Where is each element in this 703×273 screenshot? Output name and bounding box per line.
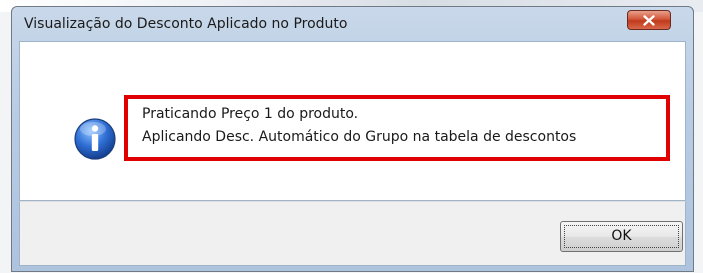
close-button[interactable] <box>627 10 671 30</box>
message-line-1: Praticando Preço 1 do produto. <box>142 106 359 122</box>
ok-button[interactable]: OK <box>560 221 683 252</box>
ok-button-label: OK <box>611 228 632 244</box>
window-title: Visualização do Desconto Aplicado no Pro… <box>24 16 348 32</box>
dialog-content: Praticando Preço 1 do produto. Aplicando… <box>19 41 686 201</box>
message-line-2: Aplicando Desc. Automático do Grupo na t… <box>142 129 577 145</box>
dialog-footer: OK <box>19 201 686 266</box>
close-icon <box>643 15 655 26</box>
info-icon <box>74 118 116 160</box>
highlighted-message: Praticando Preço 1 do produto. Aplicando… <box>124 95 670 161</box>
dialog-window: Visualização do Desconto Aplicado no Pro… <box>11 6 694 272</box>
title-bar[interactable]: Visualização do Desconto Aplicado no Pro… <box>12 7 693 41</box>
screenshot-stage: Visualização do Desconto Aplicado no Pro… <box>0 0 703 273</box>
